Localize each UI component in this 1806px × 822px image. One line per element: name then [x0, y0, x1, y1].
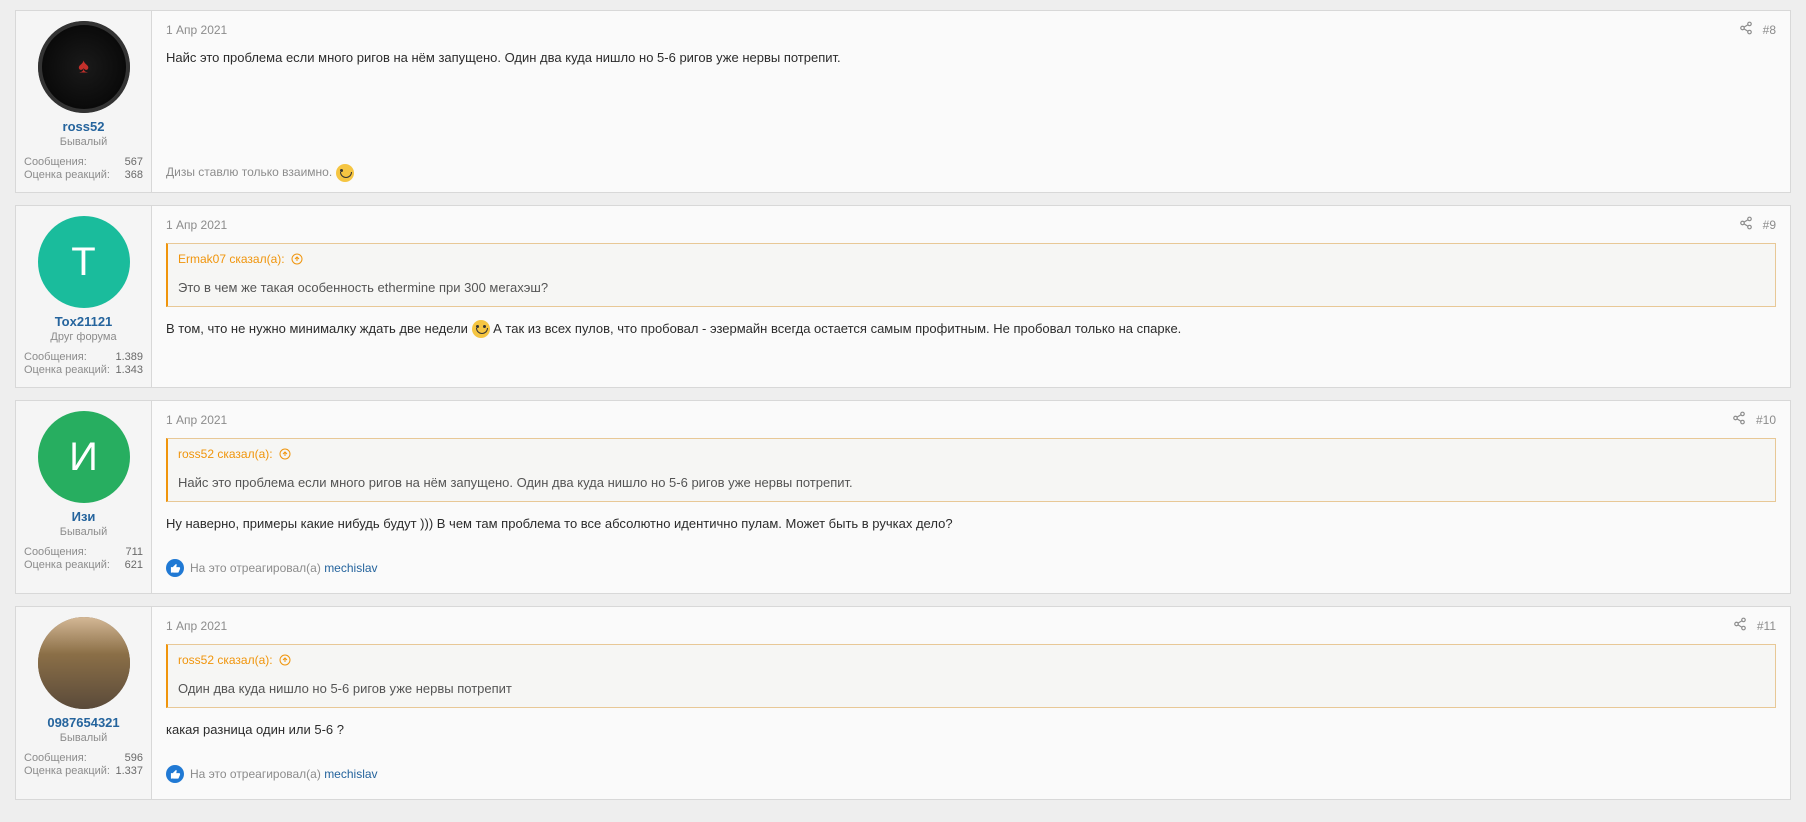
share-icon[interactable]: [1739, 21, 1753, 38]
user-stats: Сообщения:596 Оценка реакций:1.337: [24, 752, 143, 777]
quote-block: Ermak07 сказал(а): Это в чем же такая ос…: [166, 243, 1776, 307]
avatar[interactable]: [38, 617, 130, 709]
share-icon[interactable]: [1739, 216, 1753, 233]
reactions-bar[interactable]: На это отреагировал(а) mechislav: [166, 759, 1776, 789]
post-content: Найс это проблема если много ригов на нё…: [166, 48, 1776, 156]
quote-expand-link[interactable]: Ermak07 сказал(а):: [168, 244, 1775, 274]
quote-block: ross52 сказал(а): Найс это проблема если…: [166, 438, 1776, 502]
post-date-link[interactable]: 1 Апр 2021: [166, 218, 227, 232]
post-number-link[interactable]: #8: [1763, 23, 1776, 37]
share-icon[interactable]: [1733, 617, 1747, 634]
forum-post: 0987654321 Бывалый Сообщения:596 Оценка …: [15, 606, 1791, 800]
avatar[interactable]: [38, 21, 130, 113]
user-title: Бывалый: [24, 136, 143, 148]
quote-text: Один два куда нишло но 5-6 ригов уже нер…: [168, 675, 1775, 707]
user-stats: Сообщения:711 Оценка реакций:621: [24, 546, 143, 571]
like-icon: [166, 559, 184, 577]
post-number-link[interactable]: #11: [1757, 619, 1776, 633]
reactions-bar[interactable]: На это отреагировал(а) mechislav: [166, 553, 1776, 583]
like-icon: [166, 765, 184, 783]
wink-emoji-icon: [336, 164, 354, 182]
post-content: ross52 сказал(а): Найс это проблема если…: [166, 438, 1776, 543]
user-title: Бывалый: [24, 526, 143, 538]
user-column: T Tox21121 Друг форума Сообщения:1.389 О…: [16, 206, 152, 387]
post-content: Ermak07 сказал(а): Это в чем же такая ос…: [166, 243, 1776, 377]
post-date-link[interactable]: 1 Апр 2021: [166, 23, 227, 37]
post-body: 1 Апр 2021 #8 Найс это проблема если мно…: [152, 11, 1790, 192]
quote-expand-link[interactable]: ross52 сказал(а):: [168, 645, 1775, 675]
user-title: Друг форума: [24, 331, 143, 343]
user-title: Бывалый: [24, 732, 143, 744]
signature: Дизы ставлю только взаимно.: [166, 164, 1776, 182]
forum-post: T Tox21121 Друг форума Сообщения:1.389 О…: [15, 205, 1791, 388]
post-date-link[interactable]: 1 Апр 2021: [166, 413, 227, 427]
post-body: 1 Апр 2021 #10 ross52 сказал(а): Найс эт…: [152, 401, 1790, 593]
arrow-up-icon: [279, 448, 291, 460]
quote-block: ross52 сказал(а): Один два куда нишло но…: [166, 644, 1776, 708]
quote-text: Это в чем же такая особенность ethermine…: [168, 274, 1775, 306]
post-number-link[interactable]: #9: [1763, 218, 1776, 232]
quote-expand-link[interactable]: ross52 сказал(а):: [168, 439, 1775, 469]
username-link[interactable]: 0987654321: [24, 715, 143, 730]
post-content: ross52 сказал(а): Один два куда нишло но…: [166, 644, 1776, 749]
forum-post: И Изи Бывалый Сообщения:711 Оценка реакц…: [15, 400, 1791, 594]
user-column: ross52 Бывалый Сообщения:567 Оценка реак…: [16, 11, 152, 192]
share-icon[interactable]: [1732, 411, 1746, 428]
username-link[interactable]: ross52: [24, 119, 143, 134]
post-number-link[interactable]: #10: [1756, 413, 1776, 427]
avatar[interactable]: И: [38, 411, 130, 503]
user-column: И Изи Бывалый Сообщения:711 Оценка реакц…: [16, 401, 152, 593]
user-column: 0987654321 Бывалый Сообщения:596 Оценка …: [16, 607, 152, 799]
post-date-link[interactable]: 1 Апр 2021: [166, 619, 227, 633]
username-link[interactable]: Изи: [24, 509, 143, 524]
post-body: 1 Апр 2021 #9 Ermak07 сказал(а): Это в ч…: [152, 206, 1790, 387]
avatar[interactable]: T: [38, 216, 130, 308]
username-link[interactable]: Tox21121: [24, 314, 143, 329]
post-body: 1 Апр 2021 #11 ross52 сказал(а): Один дв…: [152, 607, 1790, 799]
forum-post: ross52 Бывалый Сообщения:567 Оценка реак…: [15, 10, 1791, 193]
quote-text: Найс это проблема если много ригов на нё…: [168, 469, 1775, 501]
arrow-up-icon: [291, 253, 303, 265]
grin-emoji-icon: [472, 320, 490, 338]
arrow-up-icon: [279, 654, 291, 666]
user-stats: Сообщения:567 Оценка реакций:368: [24, 156, 143, 181]
user-stats: Сообщения:1.389 Оценка реакций:1.343: [24, 351, 143, 376]
